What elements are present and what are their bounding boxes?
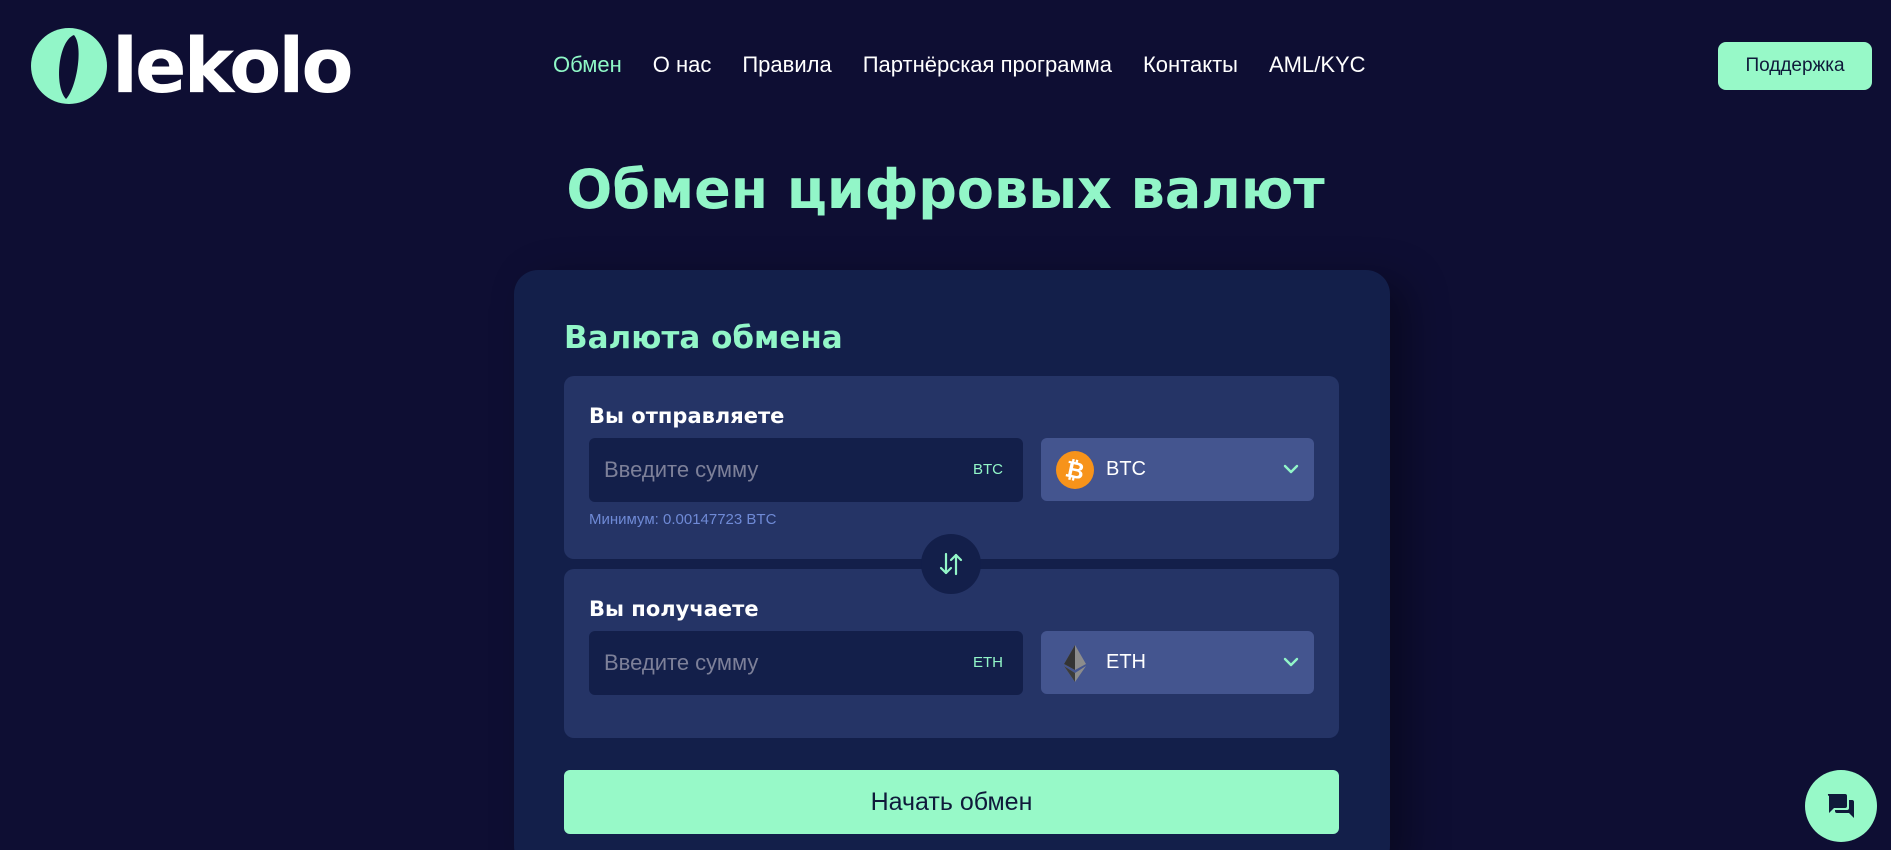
nav-item-contacts[interactable]: Контакты	[1143, 52, 1238, 78]
receive-panel: Вы получаете ETH ETH	[564, 569, 1339, 738]
receive-amount-input[interactable]	[589, 631, 949, 695]
nav-item-aml-kyc[interactable]: AML/KYC	[1269, 52, 1366, 78]
exchange-card: Валюта обмена Вы отправляете BTC ₿ BTC М…	[514, 270, 1390, 850]
ethereum-icon	[1064, 645, 1086, 682]
send-amount-input[interactable]	[589, 438, 949, 502]
receive-amount-unit: ETH	[973, 654, 1003, 671]
receive-label: Вы получаете	[589, 597, 759, 621]
swap-arrows-icon	[939, 552, 963, 576]
logo[interactable]: lekolo	[30, 21, 354, 110]
nav-item-exchange[interactable]: Обмен	[553, 52, 622, 78]
nav-item-rules[interactable]: Правила	[742, 52, 831, 78]
logo-mark-icon	[31, 28, 107, 104]
site-header: lekolo Обмен О нас Правила Партнёрская п…	[0, 0, 1891, 135]
chat-icon	[1827, 794, 1854, 818]
support-button[interactable]: Поддержка	[1718, 42, 1872, 90]
send-currency-name: BTC	[1106, 458, 1146, 480]
logo-text: lekolo	[112, 21, 354, 110]
start-exchange-button[interactable]: Начать обмен	[564, 770, 1339, 834]
bitcoin-icon: ₿	[1056, 451, 1094, 489]
nav-item-about[interactable]: О нас	[653, 52, 712, 78]
send-label: Вы отправляете	[589, 404, 785, 428]
page-title: Обмен цифровых валют	[566, 158, 1325, 221]
send-amount-unit: BTC	[973, 461, 1003, 478]
receive-currency-select[interactable]: ETH	[1041, 631, 1314, 694]
exchange-section-title: Валюта обмена	[564, 320, 843, 356]
main-nav: Обмен О нас Правила Партнёрская программ…	[553, 52, 1397, 78]
receive-amount-box: ETH	[589, 631, 1023, 695]
nav-item-partner-program[interactable]: Партнёрская программа	[863, 52, 1112, 78]
page: lekolo Обмен О нас Правила Партнёрская п…	[0, 0, 1891, 850]
send-currency-select[interactable]: ₿ BTC	[1041, 438, 1314, 501]
send-minimum-text: Минимум: 0.00147723 BTC	[589, 511, 777, 528]
send-panel: Вы отправляете BTC ₿ BTC Минимум: 0.0014…	[564, 376, 1339, 559]
receive-currency-name: ETH	[1106, 651, 1146, 673]
chevron-down-icon	[1283, 464, 1299, 474]
swap-button[interactable]	[921, 534, 981, 594]
chevron-down-icon	[1283, 657, 1299, 667]
chat-button[interactable]	[1805, 770, 1877, 842]
send-amount-box: BTC	[589, 438, 1023, 502]
